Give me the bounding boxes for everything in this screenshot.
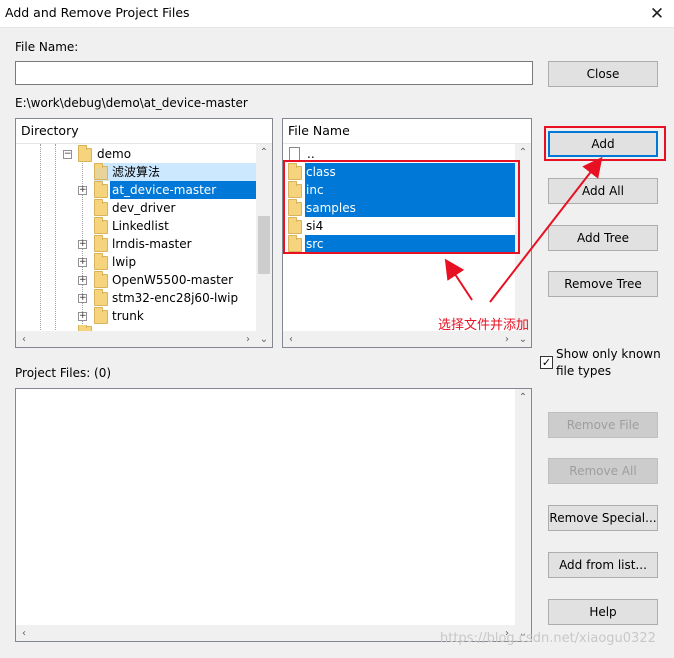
tree-item-label: OpenW5500-master bbox=[112, 273, 234, 287]
add-all-button[interactable]: Add All bbox=[548, 178, 658, 204]
tree-item-label: stm32-enc28j60-lwip bbox=[112, 291, 239, 305]
add-from-list-button[interactable]: Add from list... bbox=[548, 552, 658, 578]
tree-item-lrndis-master[interactable]: + lrndis-master bbox=[16, 235, 256, 253]
directory-tree[interactable]: Directory − demo 滤波算法 + at_device-master… bbox=[15, 118, 273, 348]
window-title: Add and Remove Project Files bbox=[5, 5, 190, 20]
scroll-up-icon[interactable]: ⌃ bbox=[515, 144, 531, 160]
scroll-left-icon[interactable]: ‹ bbox=[16, 625, 32, 641]
tree-item-at-device-master[interactable]: + at_device-master bbox=[16, 181, 256, 199]
file-name-label: File Name: bbox=[15, 40, 79, 54]
remove-tree-button[interactable]: Remove Tree bbox=[548, 271, 658, 297]
scroll-left-icon[interactable]: ‹ bbox=[16, 331, 32, 347]
close-button[interactable]: Close bbox=[548, 61, 658, 87]
folder-icon bbox=[94, 199, 108, 216]
tree-item-lwip[interactable]: + lwip bbox=[16, 253, 256, 271]
add-tree-button[interactable]: Add Tree bbox=[548, 225, 658, 251]
add-button[interactable]: Add bbox=[548, 131, 658, 157]
folder-icon bbox=[94, 271, 108, 288]
folder-icon bbox=[94, 289, 108, 306]
tree-item-label: demo bbox=[97, 147, 132, 161]
expand-icon[interactable]: + bbox=[78, 294, 87, 303]
annotation-text: 选择文件并添加 bbox=[438, 318, 530, 333]
scroll-right-icon[interactable]: › bbox=[240, 331, 256, 347]
project-files-label: Project Files: (0) bbox=[15, 366, 112, 380]
tree-item-label: lwip bbox=[112, 255, 137, 269]
tree-item-label: trunk bbox=[112, 309, 144, 323]
tree-item-label: at_device-master bbox=[110, 181, 256, 199]
expand-icon[interactable]: + bbox=[78, 312, 87, 321]
tree-item-linkedlist[interactable]: Linkedlist bbox=[16, 217, 256, 235]
remove-file-button[interactable]: Remove File bbox=[548, 412, 658, 438]
collapse-icon[interactable]: − bbox=[63, 150, 72, 159]
tree-item-label: 滤波算法 bbox=[112, 165, 161, 179]
directory-vscrollbar[interactable]: ⌃ bbox=[256, 144, 272, 331]
close-icon[interactable]: ✕ bbox=[640, 0, 674, 28]
show-known-checkbox[interactable]: ✓ bbox=[540, 356, 553, 369]
scroll-up-icon[interactable]: ⌃ bbox=[256, 144, 272, 160]
folder-icon bbox=[94, 307, 108, 324]
folder-icon bbox=[94, 181, 108, 198]
tree-item-trunk[interactable]: + trunk bbox=[16, 307, 256, 325]
file-icon bbox=[289, 147, 300, 161]
current-path: E:\work\debug\demo\at_device-master bbox=[15, 96, 248, 110]
tree-item-filter[interactable]: 滤波算法 bbox=[94, 163, 256, 181]
scroll-down-icon[interactable]: ⌄ bbox=[515, 331, 531, 347]
folder-icon bbox=[94, 163, 108, 180]
title-bar: Add and Remove Project Files ✕ bbox=[0, 0, 674, 28]
show-known-label-line1: Show only known bbox=[556, 347, 661, 361]
show-known-label-line2: file types bbox=[556, 364, 612, 378]
annotation-box-files bbox=[283, 160, 520, 254]
expand-icon[interactable]: + bbox=[78, 276, 87, 285]
folder-icon bbox=[94, 235, 108, 252]
file-name-input[interactable] bbox=[15, 61, 533, 85]
expand-icon[interactable]: + bbox=[78, 240, 87, 249]
tree-item-openw5500-master[interactable]: + OpenW5500-master bbox=[16, 271, 256, 289]
expand-icon[interactable]: + bbox=[78, 258, 87, 267]
remove-special-button[interactable]: Remove Special... bbox=[548, 505, 658, 531]
scroll-down-icon[interactable]: ⌄ bbox=[256, 331, 272, 347]
tree-item-label: Linkedlist bbox=[112, 219, 169, 233]
tree-item-label: dev_driver bbox=[112, 201, 176, 215]
folder-icon bbox=[94, 217, 108, 234]
file-list-header: File Name bbox=[283, 119, 531, 144]
expand-icon[interactable]: + bbox=[78, 186, 87, 195]
scroll-left-icon[interactable]: ‹ bbox=[283, 331, 299, 347]
folder-icon bbox=[94, 253, 108, 270]
help-button[interactable]: Help bbox=[548, 599, 658, 625]
project-files-vscrollbar[interactable]: ⌃ bbox=[515, 389, 531, 625]
scroll-right-icon[interactable]: › bbox=[499, 331, 515, 347]
remove-all-button[interactable]: Remove All bbox=[548, 458, 658, 484]
tree-item-dev-driver[interactable]: dev_driver bbox=[16, 199, 256, 217]
project-files-list[interactable]: ⌃ ‹ › ⌄ bbox=[15, 388, 532, 642]
scroll-thumb[interactable] bbox=[258, 216, 270, 274]
tree-item-label: lrndis-master bbox=[112, 237, 192, 251]
directory-header: Directory bbox=[16, 119, 272, 144]
file-list-hscrollbar[interactable]: ‹ › ⌄ bbox=[283, 331, 531, 347]
directory-hscrollbar[interactable]: ‹ › ⌄ bbox=[16, 331, 272, 347]
watermark: https://blog.csdn.net/xiaogu0322 bbox=[440, 631, 656, 646]
tree-item-stm32-enc28j60-lwip[interactable]: + stm32-enc28j60-lwip bbox=[16, 289, 256, 307]
folder-icon bbox=[78, 145, 92, 162]
scroll-up-icon[interactable]: ⌃ bbox=[515, 389, 531, 405]
tree-item-demo[interactable]: − demo bbox=[16, 145, 256, 163]
